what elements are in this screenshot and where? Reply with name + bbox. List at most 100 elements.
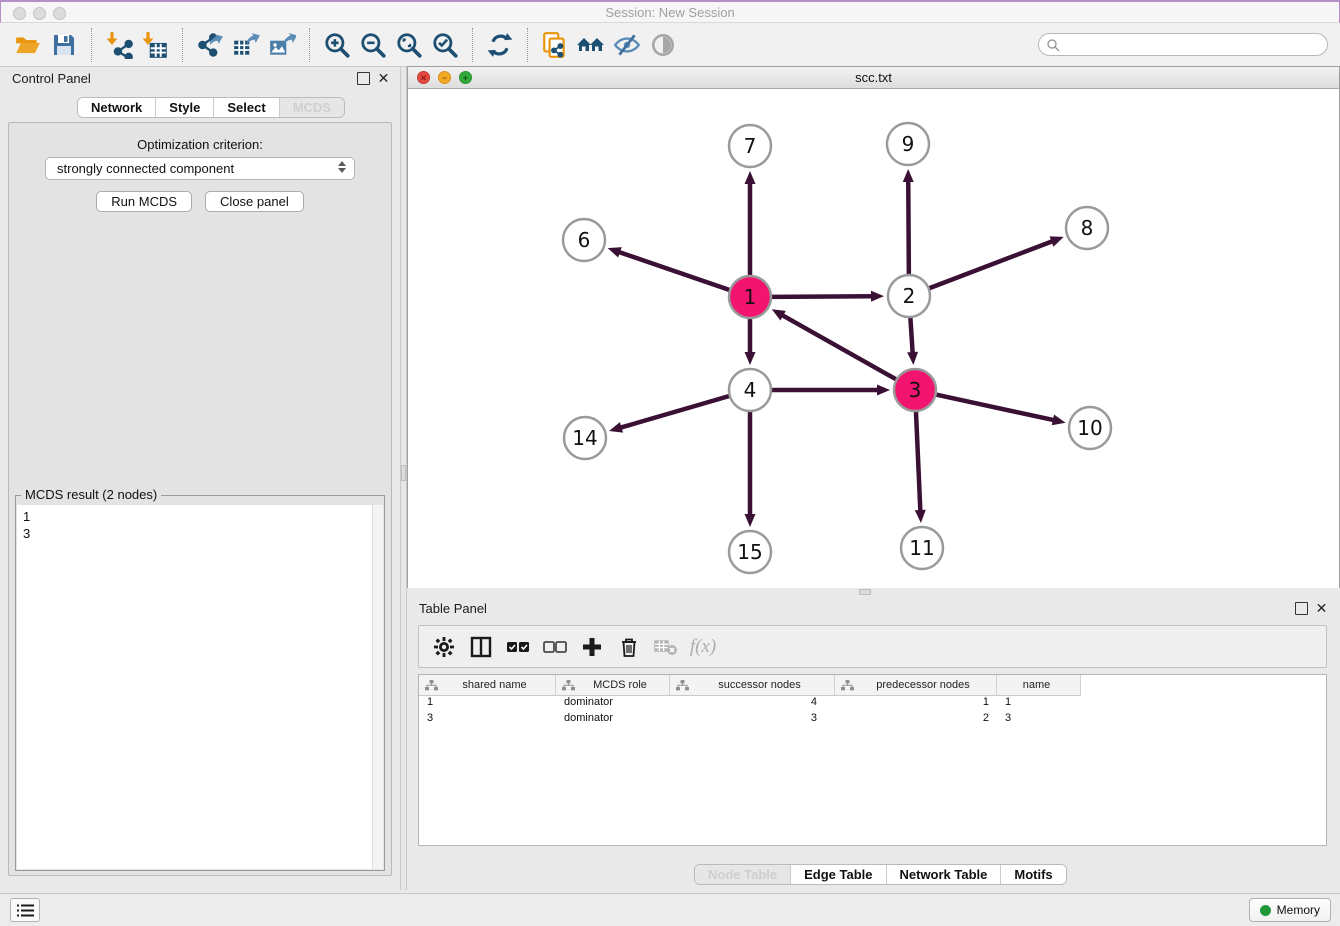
- graph-node-9[interactable]: 9: [887, 123, 929, 165]
- graph-node-8[interactable]: 8: [1066, 207, 1108, 249]
- graph-edge-arrowhead: [745, 352, 756, 365]
- cell-mcds-role[interactable]: dominator: [556, 696, 670, 712]
- network-window-titlebar[interactable]: ✕ − + scc.txt: [408, 67, 1339, 89]
- tab-motifs[interactable]: Motifs: [1000, 865, 1065, 884]
- show-column-button[interactable]: [465, 631, 497, 663]
- graph-edge-2-8[interactable]: [930, 241, 1054, 288]
- zoom-in-button[interactable]: [319, 27, 355, 63]
- graph-node-6[interactable]: 6: [563, 219, 605, 261]
- hide-selected-button[interactable]: [609, 27, 645, 63]
- splitter-handle[interactable]: [401, 465, 406, 481]
- cell-successor-nodes[interactable]: 4: [670, 696, 835, 712]
- optimization-select[interactable]: strongly connected component: [45, 157, 355, 180]
- splitter-handle[interactable]: [859, 589, 871, 595]
- graph-node-1[interactable]: 1: [729, 276, 771, 318]
- graph-node-7[interactable]: 7: [729, 125, 771, 167]
- refresh-button[interactable]: [482, 27, 518, 63]
- close-panel-button[interactable]: Close panel: [205, 191, 304, 212]
- delete-button[interactable]: [613, 631, 645, 663]
- cell-name[interactable]: 3: [997, 712, 1081, 728]
- horizontal-splitter[interactable]: [407, 588, 1340, 596]
- show-all-button[interactable]: [645, 27, 681, 63]
- graph-node-2[interactable]: 2: [888, 275, 930, 317]
- result-scrollbar[interactable]: [372, 505, 383, 869]
- mcds-result-textarea[interactable]: 1 3: [17, 505, 383, 869]
- close-panel-icon[interactable]: ✕: [377, 72, 390, 85]
- import-table-button[interactable]: [137, 27, 173, 63]
- delete-table-button[interactable]: [650, 631, 682, 663]
- graph-edge-arrowhead: [871, 291, 884, 302]
- graph-edge-3-1[interactable]: [781, 315, 895, 380]
- table-row[interactable]: 1 dominator 4 1 1: [419, 696, 1326, 712]
- first-neighbors-button[interactable]: [573, 27, 609, 63]
- svg-text:4: 4: [744, 378, 757, 402]
- column-header-mcds-role[interactable]: MCDS role: [556, 675, 670, 696]
- search-icon: [1046, 38, 1060, 52]
- search-input[interactable]: [1064, 35, 1327, 54]
- float-table-panel-icon[interactable]: [1295, 602, 1308, 615]
- zoom-selected-button[interactable]: [427, 27, 463, 63]
- export-table-button[interactable]: [228, 27, 264, 63]
- refresh-icon: [486, 31, 514, 59]
- tab-network[interactable]: Network: [78, 98, 155, 117]
- graph-node-14[interactable]: 14: [564, 417, 606, 459]
- graph-edge-3-11[interactable]: [916, 412, 920, 512]
- cell-shared-name[interactable]: 1: [419, 696, 556, 712]
- tab-network-table[interactable]: Network Table: [886, 865, 1001, 884]
- import-network-button[interactable]: [101, 27, 137, 63]
- memory-button[interactable]: Memory: [1249, 898, 1331, 922]
- export-image-button[interactable]: [264, 27, 300, 63]
- vertical-splitter[interactable]: [400, 67, 407, 890]
- cell-mcds-role[interactable]: dominator: [556, 712, 670, 728]
- deselect-all-icon: [542, 634, 568, 660]
- graph-node-11[interactable]: 11: [901, 527, 943, 569]
- tab-edge-table[interactable]: Edge Table: [790, 865, 885, 884]
- column-header-name[interactable]: name: [997, 675, 1081, 696]
- column-header-shared-name[interactable]: shared name: [419, 675, 556, 696]
- duplicate-network-icon: [541, 31, 569, 59]
- zoom-out-button[interactable]: [355, 27, 391, 63]
- graph-edge-2-9[interactable]: [908, 180, 909, 274]
- graph-node-4[interactable]: 4: [729, 369, 771, 411]
- tab-node-table[interactable]: Node Table: [695, 865, 790, 884]
- open-session-button[interactable]: [10, 27, 46, 63]
- column-header-predecessor-nodes[interactable]: predecessor nodes: [835, 675, 997, 696]
- float-panel-icon[interactable]: [357, 72, 370, 85]
- graph-edge-3-10[interactable]: [936, 395, 1054, 421]
- graph-node-3[interactable]: 3: [894, 369, 936, 411]
- select-all-icon: [505, 634, 531, 660]
- table-settings-button[interactable]: [428, 631, 460, 663]
- export-network-button[interactable]: [192, 27, 228, 63]
- cell-successor-nodes[interactable]: 3: [670, 712, 835, 728]
- graph-node-10[interactable]: 10: [1069, 407, 1111, 449]
- add-button[interactable]: [576, 631, 608, 663]
- run-mcds-button[interactable]: Run MCDS: [96, 191, 192, 212]
- cell-shared-name[interactable]: 3: [419, 712, 556, 728]
- tab-mcds[interactable]: MCDS: [279, 98, 344, 117]
- tab-select[interactable]: Select: [213, 98, 278, 117]
- network-canvas[interactable]: 1 2 3 4 6 7 8 9 10 11 14 15: [408, 89, 1339, 588]
- function-builder-button[interactable]: f(x): [687, 631, 719, 663]
- graph-edge-1-2[interactable]: [772, 296, 873, 297]
- session-title: Session: New Session: [1, 2, 1339, 23]
- close-table-panel-icon[interactable]: ✕: [1315, 602, 1328, 615]
- duplicate-network-button[interactable]: [537, 27, 573, 63]
- zoom-fit-button[interactable]: [391, 27, 427, 63]
- save-session-button[interactable]: [46, 27, 82, 63]
- table-row[interactable]: 3 dominator 3 2 3: [419, 712, 1326, 728]
- graph-node-15[interactable]: 15: [729, 531, 771, 573]
- tab-style[interactable]: Style: [155, 98, 213, 117]
- deselect-all-rows-button[interactable]: [539, 631, 571, 663]
- graph-edge-1-6[interactable]: [618, 252, 729, 290]
- task-history-button[interactable]: [10, 898, 40, 922]
- graph-edge-2-3[interactable]: [910, 318, 912, 354]
- mcds-result-line: 1: [23, 508, 377, 525]
- graph-edge-4-14[interactable]: [620, 396, 729, 428]
- open-folder-icon: [14, 31, 42, 59]
- cell-predecessor-nodes[interactable]: 1: [835, 696, 997, 712]
- search-field[interactable]: [1038, 33, 1328, 56]
- cell-name[interactable]: 1: [997, 696, 1081, 712]
- column-header-successor-nodes[interactable]: successor nodes: [670, 675, 835, 696]
- select-all-rows-button[interactable]: [502, 631, 534, 663]
- cell-predecessor-nodes[interactable]: 2: [835, 712, 997, 728]
